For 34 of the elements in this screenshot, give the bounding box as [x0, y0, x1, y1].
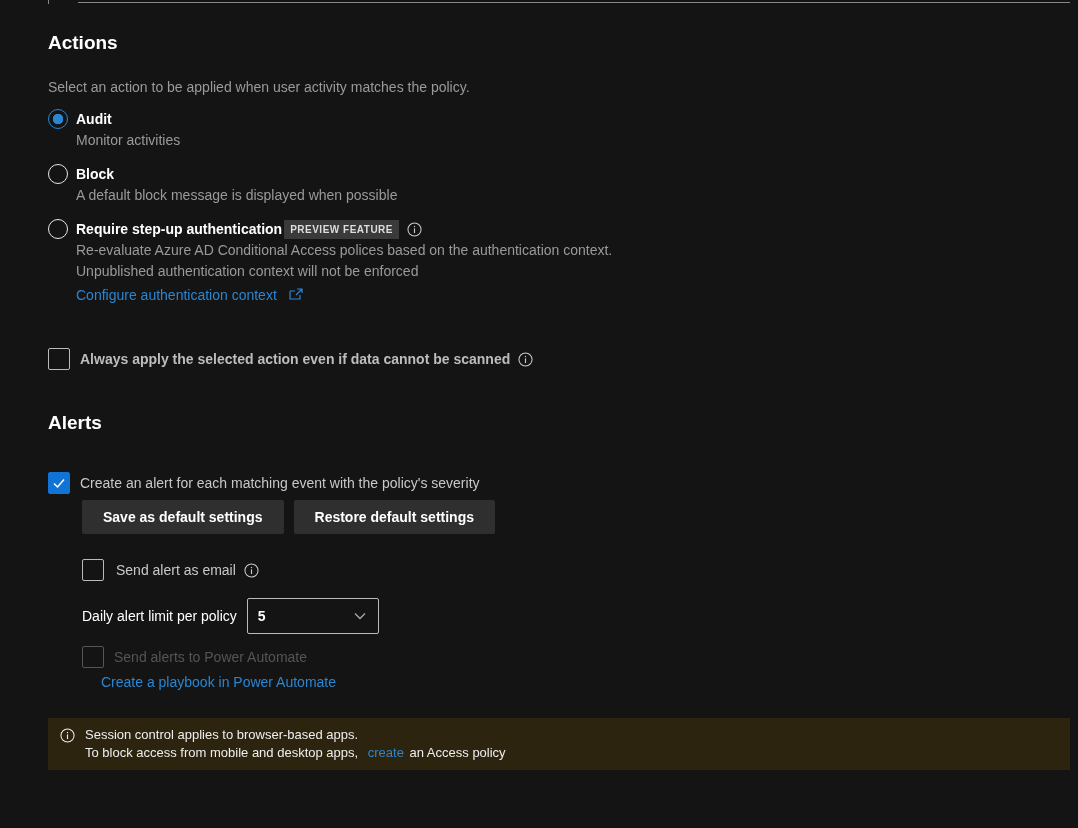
radio-button[interactable] — [48, 109, 68, 129]
external-link-icon[interactable] — [289, 288, 304, 300]
checkbox-label: Send alerts to Power Automate — [114, 649, 307, 665]
checkbox-label: Create an alert for each matching event with the policy's severity — [80, 475, 480, 491]
settings-button[interactable]: Save as default settings — [82, 500, 284, 534]
checkbox-label: Send alert as email — [116, 562, 236, 578]
option-label: Require step-up authentication — [76, 221, 283, 237]
info-icon[interactable] — [518, 351, 534, 367]
info-icon[interactable] — [407, 221, 422, 237]
limit-dropdown[interactable]: 5 — [246, 598, 379, 634]
checkbox[interactable] — [82, 559, 104, 581]
create-link[interactable]: create — [367, 745, 404, 760]
playbook-link[interactable]: Create a playbook in Power Automate — [101, 674, 337, 690]
field-label: Daily alert limit per policy — [82, 608, 237, 624]
settings-button[interactable]: Restore default settings — [293, 500, 495, 534]
section-heading: Actions — [48, 32, 119, 54]
option-description: Unpublished authentication context will not be enforced — [76, 262, 420, 281]
checkbox-label: Always apply the selected action even if data cannot be scanned — [80, 351, 511, 367]
preview-badge: PREVIEW FEATURE — [284, 219, 399, 239]
info-icon[interactable] — [243, 562, 259, 578]
section-heading: Alerts — [48, 412, 103, 434]
notice-text: Session control applies to browser-based apps. — [85, 726, 360, 744]
notice-text: To block access from mobile and desktop apps, create an Access policy — [85, 744, 506, 762]
section-description: Select an action to be applied when user activity matches the policy. — [48, 79, 471, 95]
chevron-down-icon — [353, 612, 366, 620]
option-label: Block — [76, 166, 115, 182]
option-description: A default block message is displayed when possible — [76, 186, 398, 205]
checkbox[interactable] — [48, 472, 70, 494]
option-description: Re-evaluate Azure AD Conditional Access polices based on the authentication context. — [76, 241, 613, 260]
configure-link[interactable]: Configure authentication context — [76, 287, 277, 303]
option-description: Monitor activities — [76, 131, 181, 150]
option-label: Audit — [76, 111, 112, 127]
check-icon — [52, 476, 66, 490]
checkbox[interactable] — [48, 348, 70, 370]
